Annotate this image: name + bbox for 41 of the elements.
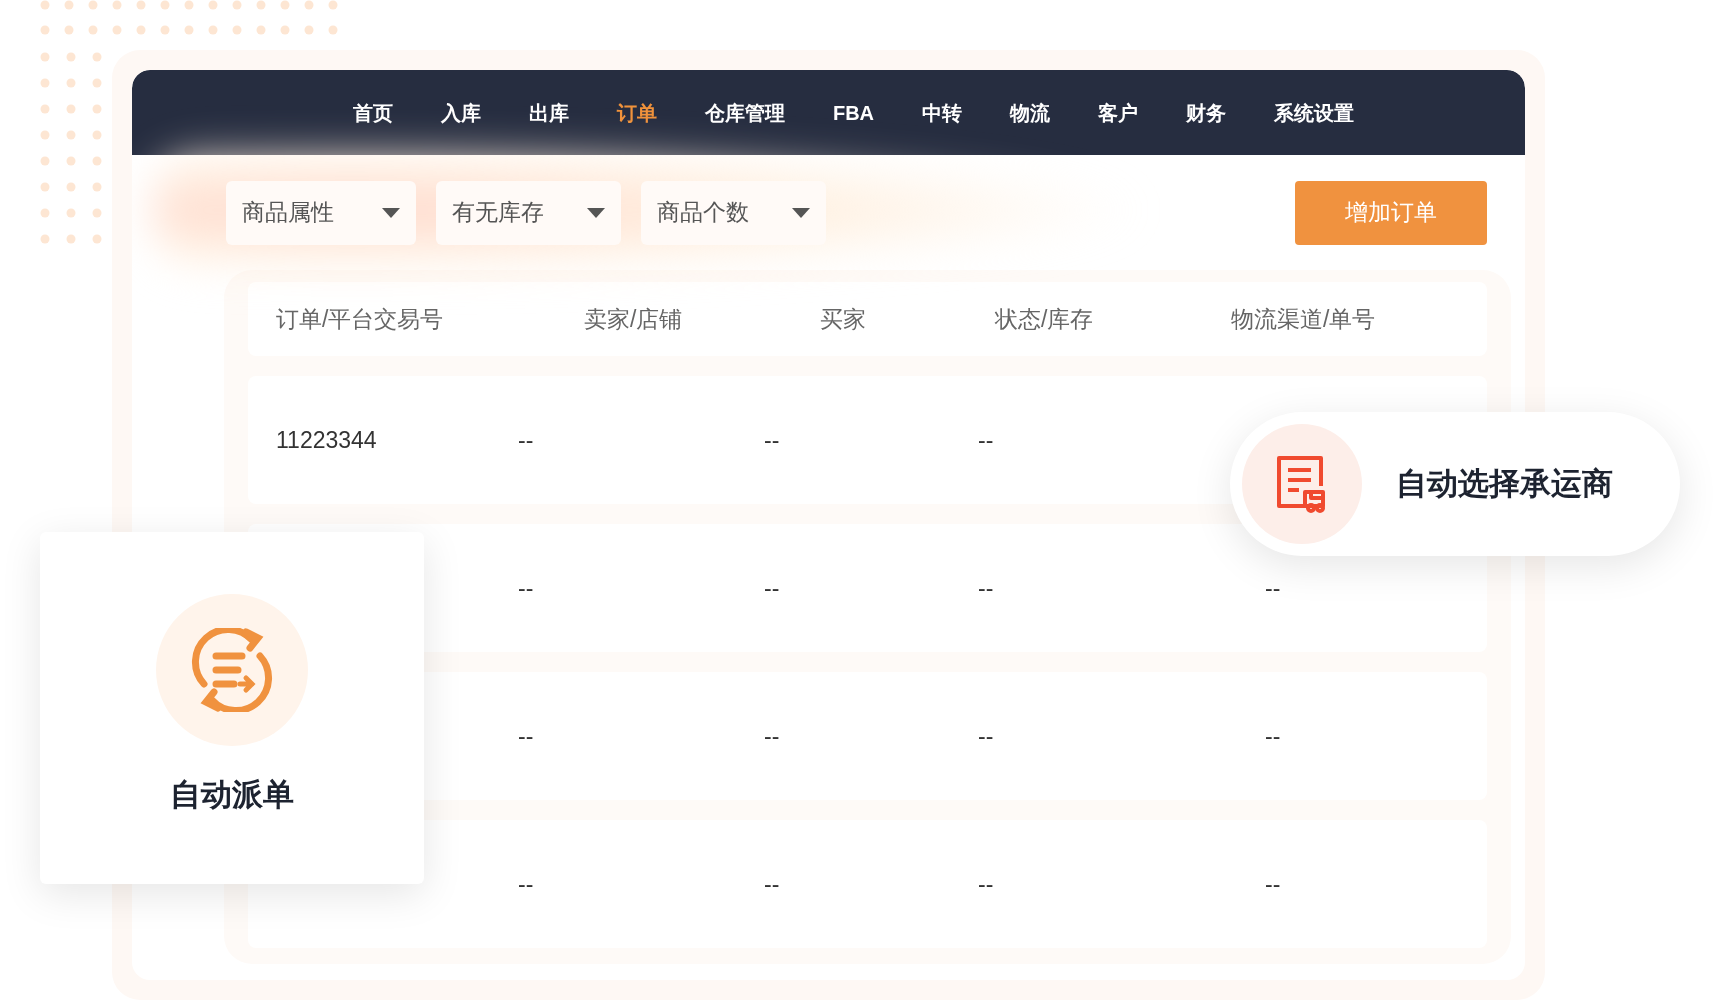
table-cell: -- bbox=[1265, 574, 1281, 601]
table-cell: -- bbox=[764, 426, 780, 453]
column-header: 订单/平台交易号 bbox=[276, 305, 444, 332]
caret-down-icon bbox=[792, 207, 810, 218]
table-cell: -- bbox=[518, 722, 534, 749]
nav-tab[interactable]: 客户 bbox=[1098, 97, 1139, 128]
filter-dropdown[interactable]: 商品属性 bbox=[226, 180, 416, 245]
table-cell: -- bbox=[764, 870, 780, 897]
nav-tab[interactable]: 订单 bbox=[616, 97, 657, 128]
table-cell: -- bbox=[978, 574, 994, 601]
table-cell: -- bbox=[518, 426, 534, 453]
table-cell: -- bbox=[978, 722, 994, 749]
nav-tab[interactable]: 仓库管理 bbox=[704, 97, 785, 128]
feature-title: 自动选择承运商 bbox=[1396, 464, 1613, 503]
table-cell: 11223344 bbox=[276, 426, 377, 453]
filter-dropdown[interactable]: 商品个数 bbox=[641, 180, 826, 245]
table-cell: -- bbox=[1265, 870, 1281, 897]
nav-tab[interactable]: 出库 bbox=[528, 97, 569, 128]
table-cell: -- bbox=[518, 870, 534, 897]
column-header: 卖家/店铺 bbox=[584, 305, 683, 332]
nav-tab[interactable]: 系统设置 bbox=[1274, 97, 1355, 128]
nav-tab[interactable]: FBA bbox=[832, 97, 875, 128]
column-header: 状态/库存 bbox=[995, 305, 1094, 332]
column-header: 物流渠道/单号 bbox=[1231, 305, 1376, 332]
table-cell: -- bbox=[978, 870, 994, 897]
table-cell: -- bbox=[764, 722, 780, 749]
nav-tab[interactable]: 入库 bbox=[440, 97, 481, 128]
caret-down-icon bbox=[382, 207, 400, 218]
dispatch-list-icon bbox=[190, 628, 274, 712]
nav-tab[interactable]: 财务 bbox=[1186, 97, 1227, 128]
table-cell: -- bbox=[978, 426, 994, 453]
nav-tab[interactable]: 物流 bbox=[1010, 97, 1051, 128]
nav-tab[interactable]: 首页 bbox=[352, 97, 393, 128]
nav-tab[interactable]: 中转 bbox=[922, 97, 963, 128]
table-cell: -- bbox=[518, 574, 534, 601]
table-cell: -- bbox=[764, 574, 780, 601]
column-header: 买家 bbox=[820, 305, 866, 332]
table-cell: -- bbox=[1265, 722, 1281, 749]
filter-dropdown[interactable]: 有无库存 bbox=[436, 180, 621, 245]
caret-down-icon bbox=[587, 207, 605, 218]
feature-title: 自动派单 bbox=[170, 776, 294, 814]
